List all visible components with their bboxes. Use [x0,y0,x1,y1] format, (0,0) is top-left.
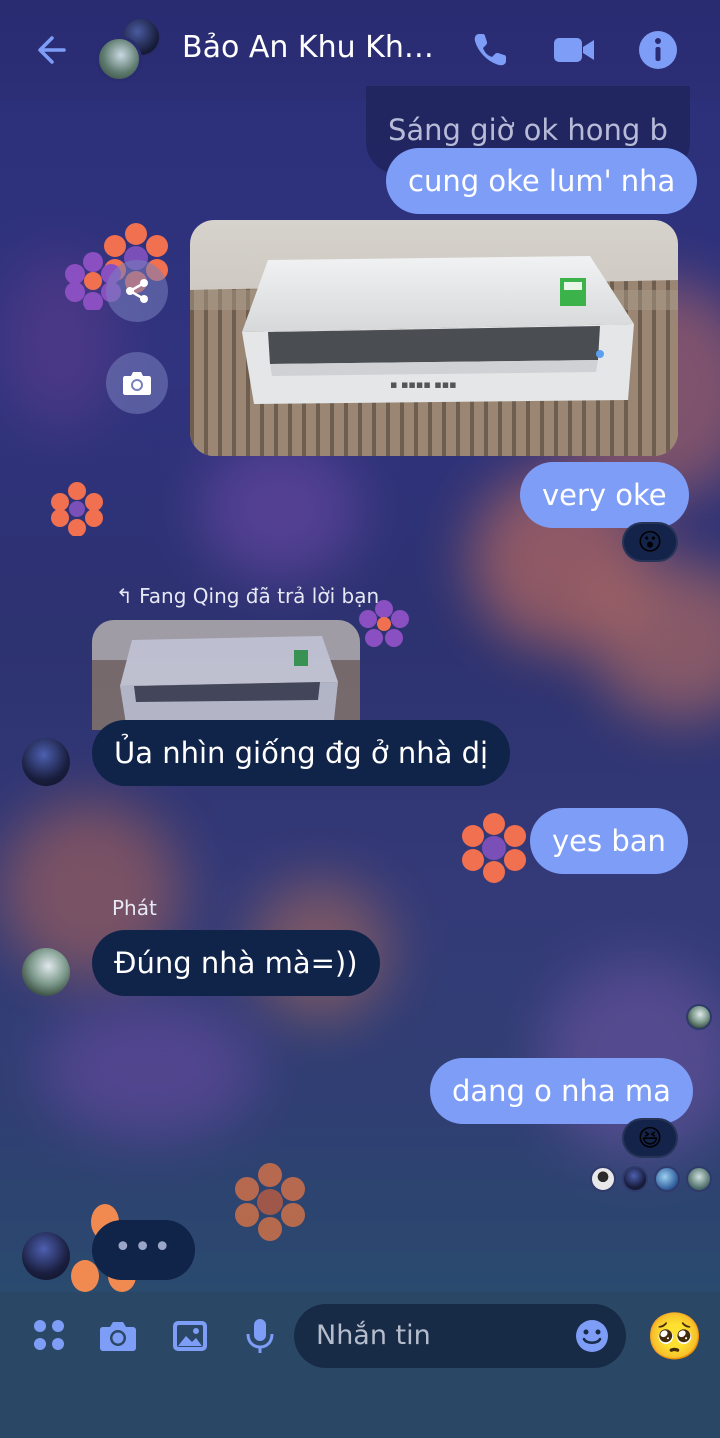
message-text: cung oke lum' nha [408,164,676,198]
share-icon [126,279,148,303]
photo-icon[interactable] [170,1316,210,1356]
reply-note-text: Fang Qing đã trả lời bạn [139,584,380,608]
message-text: Sáng giờ ok hong b [388,113,668,147]
reply-arrow-icon: ↰ [116,584,133,608]
camera-icon[interactable] [98,1316,138,1356]
message-text: dang o nha ma [452,1074,671,1108]
seen-avatar [686,1004,712,1030]
video-icon[interactable] [552,28,596,72]
mic-icon[interactable] [240,1316,280,1356]
share-button[interactable] [106,260,168,322]
reaction-badge[interactable]: 😆 [622,1118,678,1158]
quick-emoji-button[interactable]: 🥺 [646,1308,703,1364]
camera-capture-button[interactable] [106,352,168,414]
message-input[interactable]: Nhắn tin [294,1304,626,1368]
chat-header: Bảo An Khu Khác... [0,0,720,100]
typing-avatar [22,1232,70,1280]
sticker-icon[interactable] [574,1318,610,1354]
seen-avatar [622,1166,648,1192]
sender-name: Phát [112,896,157,920]
message-bubble-outgoing[interactable]: cung oke lum' nha [386,148,698,214]
reply-indicator: ↰ Fang Qing đã trả lời bạn [116,584,379,608]
sender-avatar[interactable] [22,738,70,786]
back-arrow-icon[interactable] [30,30,70,70]
group-avatar-primary[interactable] [96,36,142,82]
pleading-face-emoji: 🥺 [646,1309,704,1363]
photo-message-air-conditioner[interactable]: ▪ ▪▪▪▪ ▪▪▪ [190,220,678,456]
message-input-placeholder: Nhắn tin [316,1320,431,1351]
reaction-laugh-emoji: 😆 [637,1124,663,1152]
typing-dots: ••• [114,1230,174,1265]
conversation-title[interactable]: Bảo An Khu Khác... [182,30,452,65]
message-bubble-outgoing[interactable]: very oke [520,462,689,528]
seen-avatar [590,1166,616,1192]
seen-avatar [654,1166,680,1192]
camera-icon [123,372,151,395]
message-text: Ủa nhìn giống đg ở nhà dị [114,736,489,770]
message-bubble-outgoing[interactable]: dang o nha ma [430,1058,693,1124]
reaction-wow-emoji: 😮 [637,528,663,556]
apps-icon[interactable] [30,1316,70,1356]
message-bubble-outgoing[interactable]: yes ban [530,808,688,874]
info-icon[interactable] [636,28,680,72]
sender-avatar[interactable] [22,948,70,996]
reaction-badge[interactable]: 😮 [622,522,678,562]
svg-text:▪ ▪▪▪▪ ▪▪▪: ▪ ▪▪▪▪ ▪▪▪ [390,378,457,391]
typing-indicator: ••• [92,1220,196,1280]
replied-photo-preview[interactable] [92,620,360,730]
message-text: very oke [542,478,667,512]
seen-avatar [686,1166,712,1192]
message-bubble-incoming[interactable]: Ủa nhìn giống đg ở nhà dị [92,720,511,786]
message-text: Đúng nhà mà=)) [114,946,358,980]
message-bubble-incoming[interactable]: Đúng nhà mà=)) [92,930,380,996]
message-text: yes ban [552,824,666,858]
phone-icon[interactable] [468,28,512,72]
